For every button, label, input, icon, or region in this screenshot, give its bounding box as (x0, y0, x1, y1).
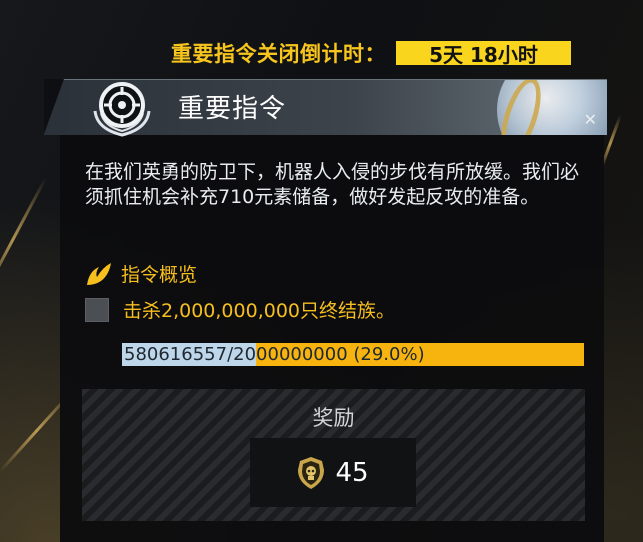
countdown-value: 5天 18小时 (396, 41, 571, 67)
task-checkbox (85, 297, 109, 322)
task-label: 击杀2,000,000,000只终结族。 (123, 300, 396, 322)
task-progress-bar: 580616557/2000000000 (29.0%) (122, 343, 584, 366)
close-icon[interactable]: ✕ (584, 110, 597, 129)
order-description: 在我们英勇的防卫下，机器人入侵的步伐有所放缓。我们必须抓住机会补充710元素储备… (85, 161, 580, 208)
target-emblem-icon (93, 82, 151, 137)
countdown-label: 重要指令关闭倒计时： (171, 42, 386, 66)
order-overview-heading: 指令概览 (85, 260, 197, 287)
reward-amount: 45 (335, 457, 369, 488)
wing-icon (87, 262, 111, 285)
countdown: 重要指令关闭倒计时： 5天 18小时 (171, 40, 571, 67)
order-overview-label: 指令概览 (121, 264, 198, 286)
order-title: 重要指令 (178, 94, 287, 124)
progress-text: 580616557/2000000000 (29.0%) (124, 344, 425, 365)
reward-panel: 奖励 45 (82, 389, 585, 521)
reward-box: 45 (250, 438, 416, 507)
medal-icon (298, 456, 325, 489)
reward-label: 奖励 (312, 406, 355, 430)
background-light-streak (0, 177, 48, 303)
header-corner-cut (44, 79, 64, 134)
task-row: 击杀2,000,000,000只终结族。 (85, 296, 395, 323)
